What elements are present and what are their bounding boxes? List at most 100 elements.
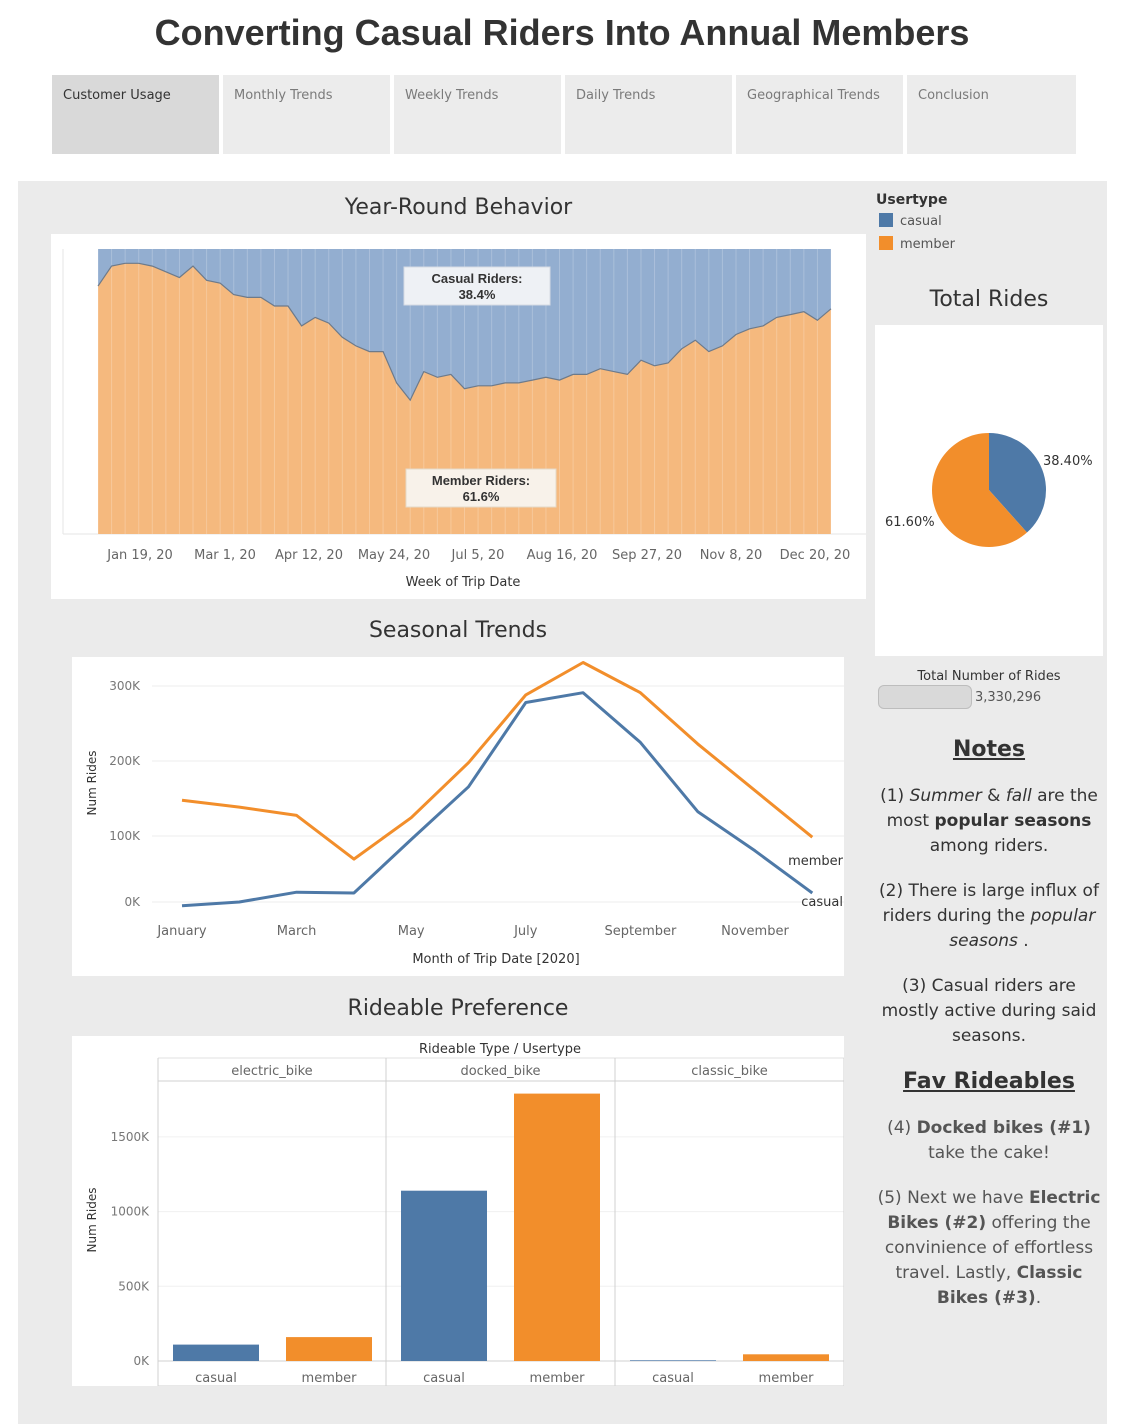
note-4-text: (4) [887,1118,917,1138]
year-round-xlabel: Week of Trip Date [406,575,521,590]
year-round-panel: Jan 19, 20 Mar 1, 20 Apr 12, 20 May 24, 20 J… [51,234,866,599]
casual-annotation-label: Casual Riders: [431,271,522,286]
note-4-docked: Docked bikes (#1) [916,1118,1091,1138]
seasonal-ylabel: Num Rides [85,750,99,815]
tab-monthly-trends[interactable]: Monthly Trends [223,75,390,154]
bar-label: member [759,1371,815,1386]
tab-daily-trends[interactable]: Daily Trends [565,75,732,154]
total-rides-count-value: 3,330,296 [975,690,1042,705]
year-round-chart[interactable]: Jan 19, 20 Mar 1, 20 Apr 12, 20 May 24, 20 J… [51,234,866,599]
x-tick-label: July [513,924,538,939]
fav-rideables-title: Fav Rideables [903,1069,1075,1094]
seasonal-xlabel: Month of Trip Date [2020] [412,952,579,967]
line-grid: 0K 100K 200K 300K January March May July Septemb… [109,679,844,939]
note-5: (5) Next we have Electric Bikes (#2) off… [875,1186,1103,1311]
y-tick-label: 1500K [111,1130,151,1144]
x-tick-label: Jul 5, 20 [451,548,505,563]
note-4: (4) Docked bikes (#1) take the cake! [875,1116,1103,1166]
classic_bike-casual-bar [630,1360,716,1361]
note-1-popular: popular seasons [934,811,1092,831]
note-1-summer: Summer [909,786,982,806]
total-rides-count-label: Total Number of Rides [917,669,1061,684]
x-tick-label: November [721,924,789,939]
rideable-header: Rideable Type / Usertype [419,1042,581,1057]
classic_bike-member-bar [743,1354,829,1361]
y-tick-label: 0K [124,895,141,909]
rideable-ylabel: Num Rides [85,1187,99,1252]
x-tick-label: Apr 12, 20 [275,548,343,563]
notes-section: Notes (1) Summer & fall are the most pop… [875,737,1103,1311]
electric_bike-member-bar [286,1337,372,1361]
x-tick-label: May [398,924,425,939]
dashboard: Year-Round Behavior Jan 19, 20 Mar 1, 20 A… [18,181,1107,1424]
docked_bike-casual-bar [401,1190,487,1361]
bar-label: casual [652,1371,694,1386]
note-5-text: . [1035,1288,1042,1308]
year-round-title: Year-Round Behavior [344,195,573,220]
total-rides-panel: 38.40% 61.60% [875,325,1103,656]
casual-pct-label: 38.40% [1043,454,1093,469]
tab-conclusion[interactable]: Conclusion [907,75,1076,154]
member-line-label: member [788,854,844,869]
bar-layer [173,1093,829,1361]
rideable-panel: Rideable Type / Usertype 0K 500K 1000K 1500… [72,1036,845,1387]
total-rides-title: Total Rides [929,287,1049,312]
tab-geographical-trends[interactable]: Geographical Trends [736,75,903,154]
member-annotation-value: 61.6% [463,489,500,504]
y-tick-label: 200K [109,754,141,768]
rideable-title: Rideable Preference [347,996,569,1021]
x-tick-label: Aug 16, 20 [527,548,598,563]
seasonal-panel: 0K 100K 200K 300K January March May July Septemb… [72,657,844,976]
x-tick-label: Dec 20, 20 [780,548,851,563]
note-1-text: (1) [880,786,910,806]
rideable-chart[interactable]: Rideable Type / Usertype 0K 500K 1000K 1500… [72,1036,845,1387]
tab-customer-usage[interactable]: Customer Usage [52,75,219,154]
bar-label: casual [423,1371,465,1386]
note-1-text: among riders. [929,836,1049,856]
note-2: (2) There is large influx of riders duri… [875,879,1103,954]
casual-annotation-value: 38.4% [459,287,496,302]
line-layer [181,661,814,908]
casual-swatch [879,213,893,227]
member-swatch [879,236,893,250]
legend-item-member[interactable]: member [879,236,955,252]
legend-member-label: member [900,237,955,252]
member-annotation-label: Member Riders: [432,473,530,488]
bar-label: member [302,1371,358,1386]
tab-weekly-trends[interactable]: Weekly Trends [394,75,561,154]
page-title: Converting Casual Riders Into Annual Mem… [154,12,970,53]
x-tick-label: September [604,924,677,939]
x-tick-label: Nov 8, 20 [700,548,763,563]
note-5-text: (5) Next we have [877,1188,1029,1208]
y-tick-label: 500K [118,1279,150,1293]
note-3: (3) Casual riders are mostly active duri… [881,976,1097,1046]
x-tick-label: May 24, 20 [358,548,430,563]
casual-line-label: casual [801,895,843,910]
y-tick-label: 300K [109,679,141,693]
x-tick-label: March [277,924,317,939]
group-label: classic_bike [691,1064,767,1079]
note-2-text: . [1017,931,1029,951]
x-tick-label: January [156,924,207,939]
y-tick-label: 0K [133,1354,150,1368]
y-tick-label: 1000K [111,1205,151,1219]
x-tick-label: Sep 27, 20 [612,548,682,563]
legend-item-casual[interactable]: casual [879,213,942,229]
note-1-fall: fall [1005,786,1032,806]
total-rides-pie[interactable]: 38.40% 61.60% [875,325,1103,656]
notes-title: Notes [952,737,1026,762]
note-4-text: take the cake! [928,1143,1050,1163]
bar-label: member [530,1371,586,1386]
group-label: electric_bike [231,1064,312,1079]
x-tick-label: Jan 19, 20 [106,548,173,563]
x-tick-label: Mar 1, 20 [194,548,256,563]
total-rides-count-bar [878,685,972,709]
legend-casual-label: casual [900,214,942,229]
bar-label: casual [195,1371,237,1386]
legend-title: Usertype [876,192,948,208]
casual-line [181,691,814,908]
docked_bike-member-bar [514,1093,600,1361]
seasonal-title: Seasonal Trends [368,618,548,643]
pie-layer [931,433,1046,547]
seasonal-chart[interactable]: 0K 100K 200K 300K January March May July Septemb… [72,657,844,976]
